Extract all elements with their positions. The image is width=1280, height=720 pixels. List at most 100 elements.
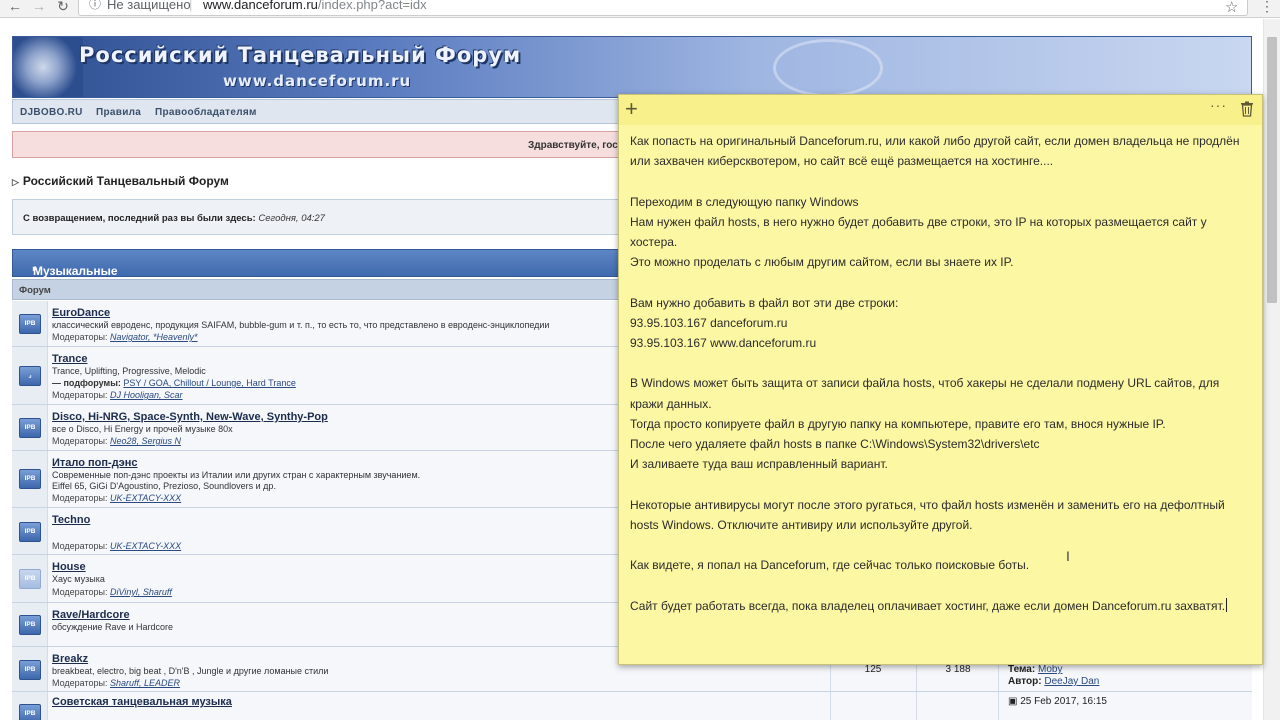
breadcrumb-label[interactable]: Российский Танцевальный Форум <box>23 174 229 188</box>
forum-link[interactable]: Disco, Hi-NRG, Space-Synth, New-Wave, Sy… <box>52 411 328 423</box>
breadcrumb[interactable]: ▷ Российский Танцевальный Форум <box>12 174 229 188</box>
moderator-links[interactable]: DiVinyl, Sharuff <box>110 587 172 597</box>
mouse-ibeam-cursor-icon: Ι <box>1066 548 1070 564</box>
forum-status-icon: IPB <box>19 615 41 635</box>
note-paragraph: Тогда просто копируете файл в другую пап… <box>630 416 1166 431</box>
forum-description-line2: Eiffel 65, GiGi D'Agoustino, Prezioso, S… <box>52 481 276 491</box>
column-divider <box>998 692 999 720</box>
banner-vinyl-graphic <box>773 39 883 97</box>
last-post-icon[interactable]: ▣ <box>1008 696 1017 707</box>
nav-link-djbobo[interactable]: DJBOBO.RU <box>20 107 83 118</box>
more-options-icon[interactable]: ··· <box>1210 97 1227 113</box>
url-path: /index.php?act=idx <box>317 0 427 12</box>
moderator-links[interactable]: Navigator, *Heavenly* <box>110 332 198 342</box>
note-paragraph: Переходим в следующую папку Windows <box>630 194 859 209</box>
forum-description: Хаус музыка <box>52 574 105 584</box>
note-paragraph: 93.95.103.167 www.danceforum.ru <box>630 336 817 350</box>
guest-greeting: Здравствуйте, гос <box>528 140 618 151</box>
url-host: www.danceforum.ru <box>203 0 318 12</box>
note-last-paragraph: Сайт будет работать всегда, пока владеле… <box>630 596 1255 616</box>
forum-moderators: Модераторы: UK-EXTACY-XXX <box>52 541 181 551</box>
last-post-date: ▣ 25 Feb 2017, 16:15 <box>1008 696 1107 707</box>
forum-status-icon: IPB <box>19 569 41 589</box>
subforum-links[interactable]: PSY / GOA, Chillout / Lounge, Hard Tranc… <box>123 378 295 388</box>
note-paragraph: Как попасть на оригинальный Danceforum.r… <box>630 134 1240 169</box>
topics-count: 125 <box>864 664 882 675</box>
note-paragraph <box>630 272 1255 292</box>
note-paragraph: Вам нужно добавить в файл вот эти две ст… <box>630 295 899 310</box>
forum-icon-cell: IPB <box>12 451 48 507</box>
moderator-links[interactable]: UK-EXTACY-XXX <box>110 541 181 551</box>
welcome-text: С возвращением, последний раз вы были зд… <box>23 213 325 224</box>
forum-status-icon: ⌟ <box>19 366 41 386</box>
reload-icon[interactable]: ↻ <box>54 0 72 14</box>
browser-menu-icon[interactable]: ⋮ <box>1260 0 1274 15</box>
forum-moderators: Модераторы: Sharuff, LEADER <box>52 678 180 688</box>
forum-description: все о Disco, Hi Energy и прочей музыке 8… <box>52 424 233 434</box>
forum-description: Современные поп-дэнс проекты из Италии и… <box>52 470 421 480</box>
forum-description: Trance, Uplifting, Progressive, Melodic <box>52 366 206 376</box>
moderator-links[interactable]: DJ Hooligan, Scar <box>110 390 183 400</box>
nav-link-rightholders[interactable]: Правообладателям <box>155 107 257 118</box>
forum-link[interactable]: Techno <box>52 514 90 526</box>
forum-subforums: — подфорумы: PSY / GOA, Chillout / Loung… <box>52 378 296 388</box>
forum-moderators: Модераторы: DJ Hooligan, Scar <box>52 390 183 400</box>
forum-moderators: Модераторы: Navigator, *Heavenly* <box>52 332 198 342</box>
security-label[interactable]: Не защищено <box>107 0 191 11</box>
moderator-links[interactable]: Sharuff, LEADER <box>110 678 180 688</box>
forum-link[interactable]: Trance <box>52 353 87 365</box>
subforums-label: — подфорумы: <box>52 378 121 388</box>
forum-status-icon: IPB <box>19 522 41 542</box>
forum-moderators: Модераторы: UK-EXTACY-XXX <box>52 493 181 503</box>
forum-link[interactable]: Итало поп-дэнс <box>52 457 138 469</box>
forward-icon[interactable]: → <box>30 0 48 14</box>
forum-link[interactable]: EuroDance <box>52 307 110 319</box>
moderators-label: Модераторы: <box>52 587 108 597</box>
note-paragraph: Как видете, я попал на Danceforum, где с… <box>630 558 1030 573</box>
forum-link[interactable]: Breakz <box>52 653 88 665</box>
moderator-links[interactable]: UK-EXTACY-XXX <box>110 493 181 503</box>
note-paragraph: 93.95.103.167 danceforum.ru <box>630 315 788 330</box>
last-topic-link[interactable]: Moby <box>1038 664 1062 675</box>
forum-banner[interactable]: Российский Танцевальный Форум www.dancef… <box>12 36 1252 98</box>
moderators-label: Модераторы: <box>52 493 108 503</box>
forum-link[interactable]: Советская танцевальная музыка <box>52 696 232 708</box>
delete-note-icon[interactable] <box>1240 101 1254 117</box>
forum-link[interactable]: Rave/Hardcore <box>52 609 130 621</box>
page-scrollbar[interactable] <box>1263 19 1280 720</box>
forum-icon-cell: IPB <box>12 508 48 554</box>
nav-link-rules[interactable]: Правила <box>96 107 141 118</box>
moderators-label: Модераторы: <box>52 436 108 446</box>
forum-link[interactable]: House <box>52 561 86 573</box>
info-icon[interactable]: ⓘ <box>89 0 101 11</box>
moderators-label: Модераторы: <box>52 390 108 400</box>
banner-title: Российский Танцевальный Форум <box>79 43 522 67</box>
sticky-note-text[interactable]: Как попасть на оригинальный Danceforum.r… <box>630 131 1255 616</box>
scrollbar-thumb[interactable] <box>1267 37 1277 303</box>
note-paragraph <box>630 353 1255 373</box>
note-paragraph: Нам нужен файл hosts, в него нужно будет… <box>630 214 1207 249</box>
forum-moderators: Модераторы: DiVinyl, Sharuff <box>52 587 172 597</box>
note-paragraph <box>630 171 1255 191</box>
forum-status-icon: IPB <box>19 704 41 720</box>
add-note-icon[interactable]: + <box>625 96 638 122</box>
note-paragraph: И заливаете туда ваш исправленный вариан… <box>630 457 888 472</box>
welcome-time: Сегодня, 04:27 <box>258 213 325 224</box>
last-post-date-text: 25 Feb 2017, 16:15 <box>1020 696 1107 707</box>
welcome-label: С возвращением, последний раз вы были зд… <box>23 213 256 224</box>
last-author-link[interactable]: DeeJay Dan <box>1044 676 1099 687</box>
last-author-label: Автор: <box>1008 676 1042 687</box>
moderator-links[interactable]: Neo28, Sergius N <box>110 436 181 446</box>
note-paragraph: После чего удаляете файл hosts в папке C… <box>630 437 1040 451</box>
url-text[interactable]: www.danceforum.ru/index.php?act=idx <box>203 0 427 11</box>
sticky-note[interactable]: + ··· Как попасть на оригинальный Dancef… <box>618 94 1263 665</box>
browser-toolbar: ← → ↻ ⓘ Не защищено | www.danceforum.ru/… <box>0 0 1280 18</box>
sticky-note-toolbar[interactable]: + ··· <box>619 95 1262 125</box>
address-bar[interactable]: ⓘ Не защищено | www.danceforum.ru/index.… <box>78 0 1248 16</box>
last-post-topic: Тема: Moby <box>1008 664 1062 675</box>
moderators-label: Модераторы: <box>52 541 108 551</box>
bookmark-star-icon[interactable]: ☆ <box>1225 0 1238 16</box>
forum-icon-cell: IPB <box>12 405 48 450</box>
forum-icon-cell: ⌟ <box>12 347 48 404</box>
back-icon[interactable]: ← <box>6 0 24 14</box>
